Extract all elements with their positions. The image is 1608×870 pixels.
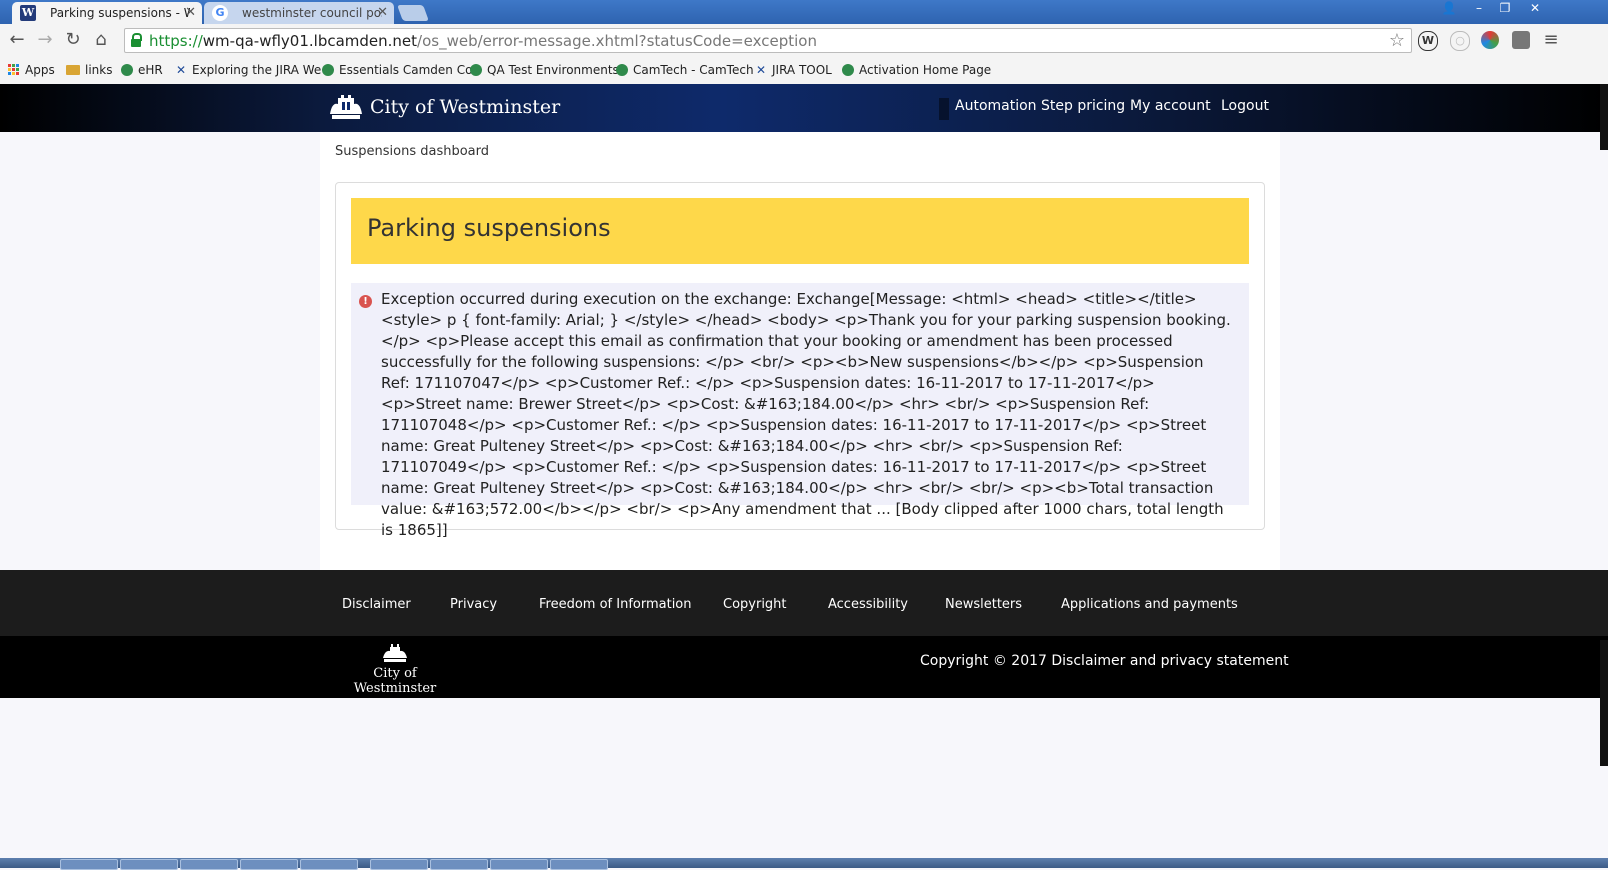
error-message-text: Exception occurred during execution on t…: [381, 290, 1231, 539]
profile-icon[interactable]: 👤: [1436, 0, 1462, 18]
bookmark-activation-home[interactable]: Activation Home Page: [842, 63, 991, 77]
taskbar-item[interactable]: [430, 859, 488, 870]
bookmark-qa-test-environments[interactable]: QA Test Environments: [470, 63, 619, 77]
taskbar-item[interactable]: [240, 859, 298, 870]
tab-parking-suspensions[interactable]: W Parking suspensions - We ✕: [12, 2, 202, 24]
taskbar-item[interactable]: [60, 859, 118, 870]
taskbar-item[interactable]: [180, 859, 238, 870]
site-logo[interactable]: City of Westminster: [328, 92, 560, 122]
folder-icon: [66, 65, 80, 75]
error-alert: ! Exception occurred during execution on…: [351, 283, 1249, 539]
bookmark-exploring-jira[interactable]: ✕ Exploring the JIRA We: [176, 63, 321, 77]
reload-icon[interactable]: ↻: [62, 29, 84, 51]
browser-toolbar: ← → ↻ ⌂ https://wm-qa-wfly01.lbcamden.ne…: [0, 24, 1608, 58]
close-window-icon[interactable]: ✕: [1522, 0, 1548, 18]
extension-circle-icon[interactable]: ○: [1450, 31, 1470, 51]
close-tab-icon[interactable]: ✕: [183, 2, 196, 24]
nav-logout[interactable]: Logout: [1221, 98, 1269, 114]
nav-automation-step-pricing[interactable]: Automation Step pricing: [955, 98, 1125, 114]
westminster-favicon-icon: W: [20, 5, 36, 21]
bookmark-apps[interactable]: Apps: [8, 63, 55, 77]
taskbar-item[interactable]: [120, 859, 178, 870]
home-icon[interactable]: ⌂: [90, 29, 112, 51]
error-card: Parking suspensions ! Exception occurred…: [335, 182, 1265, 539]
page-title: Parking suspensions: [367, 214, 611, 242]
footer-link-newsletters[interactable]: Newsletters: [945, 597, 1022, 612]
jira-icon: ✕: [756, 63, 767, 77]
westminster-crest-icon: [330, 95, 362, 119]
taskbar-item[interactable]: [370, 859, 428, 870]
bookmark-jira-tool[interactable]: ✕ JIRA TOOL: [756, 63, 832, 77]
forward-arrow-icon[interactable]: →: [34, 29, 56, 51]
main-content: Suspensions dashboard Parking suspension…: [320, 132, 1280, 570]
google-favicon-icon: G: [212, 5, 228, 21]
footer-link-disclaimer[interactable]: Disclaimer: [342, 597, 411, 612]
breadcrumb-suspensions-dashboard[interactable]: Suspensions dashboard: [335, 144, 489, 159]
taskbar-item[interactable]: [550, 859, 608, 870]
extension-color-icon[interactable]: [1481, 31, 1499, 49]
footer-link-applications-and-payments[interactable]: Applications and payments: [1061, 597, 1238, 612]
jira-icon: ✕: [176, 63, 187, 77]
globe-icon: [842, 64, 854, 76]
extension-grey-icon[interactable]: [1512, 31, 1530, 49]
bookmark-links[interactable]: links: [66, 63, 112, 77]
bookmark-ehr[interactable]: eHR: [121, 63, 163, 77]
bookmark-star-icon[interactable]: ☆: [1389, 30, 1405, 51]
tab-westminster-council-post[interactable]: G westminster council post ✕: [204, 2, 394, 24]
taskbar-item[interactable]: [300, 859, 358, 870]
globe-icon: [616, 64, 628, 76]
bookmarks-bar: Apps links eHR ✕ Exploring the JIRA We Es…: [0, 58, 1608, 85]
copyright-text: Copyright © 2017 Disclaimer and privacy …: [920, 653, 1289, 669]
footer-logo[interactable]: City of Westminster: [340, 644, 450, 696]
westminster-crest-icon: [383, 644, 407, 662]
nav-my-account[interactable]: My account: [1130, 98, 1211, 114]
footer-bottom: City of Westminster Copyright © 2017 Dis…: [0, 636, 1608, 698]
menu-icon[interactable]: ≡: [1540, 29, 1562, 51]
apps-grid-icon: [8, 64, 20, 76]
scrollbar-segment[interactable]: [1600, 640, 1608, 766]
bookmark-essentials[interactable]: Essentials Camden Co: [322, 63, 472, 77]
globe-icon: [322, 64, 334, 76]
close-tab-icon[interactable]: ✕: [375, 2, 388, 24]
bookmark-camtech[interactable]: CamTech - CamTech: [616, 63, 754, 77]
site-header: City of Westminster Automation Step pric…: [0, 84, 1608, 132]
secure-lock-icon: [131, 33, 142, 47]
taskbar-item[interactable]: [490, 859, 548, 870]
footer-link-copyright[interactable]: Copyright: [723, 597, 787, 612]
tab-title: westminster council post: [242, 6, 382, 20]
minimize-window-icon[interactable]: –: [1466, 0, 1492, 18]
back-arrow-icon[interactable]: ←: [6, 29, 28, 51]
nav-separator: [939, 98, 949, 120]
extension-w-icon[interactable]: W: [1418, 31, 1438, 51]
footer-link-freedom-of-information[interactable]: Freedom of Information: [539, 597, 692, 612]
error-exclamation-icon: !: [359, 295, 372, 308]
address-bar[interactable]: https://wm-qa-wfly01.lbcamden.net/os_web…: [124, 28, 1412, 53]
globe-icon: [470, 64, 482, 76]
globe-icon: [121, 64, 133, 76]
os-taskbar: [0, 858, 1608, 870]
restore-window-icon[interactable]: ❐: [1492, 0, 1518, 18]
url-text[interactable]: https://wm-qa-wfly01.lbcamden.net/os_web…: [149, 32, 817, 50]
page-title-banner: Parking suspensions: [351, 198, 1249, 264]
tab-title: Parking suspensions - We: [50, 6, 190, 20]
new-tab-button[interactable]: [397, 5, 429, 21]
browser-tab-strip: W Parking suspensions - We ✕ G westminst…: [0, 0, 1608, 24]
footer-links-bar: Disclaimer Privacy Freedom of Informatio…: [0, 570, 1608, 636]
scrollbar-segment[interactable]: [1600, 84, 1608, 150]
footer-link-accessibility[interactable]: Accessibility: [828, 597, 908, 612]
footer-link-privacy[interactable]: Privacy: [450, 597, 497, 612]
